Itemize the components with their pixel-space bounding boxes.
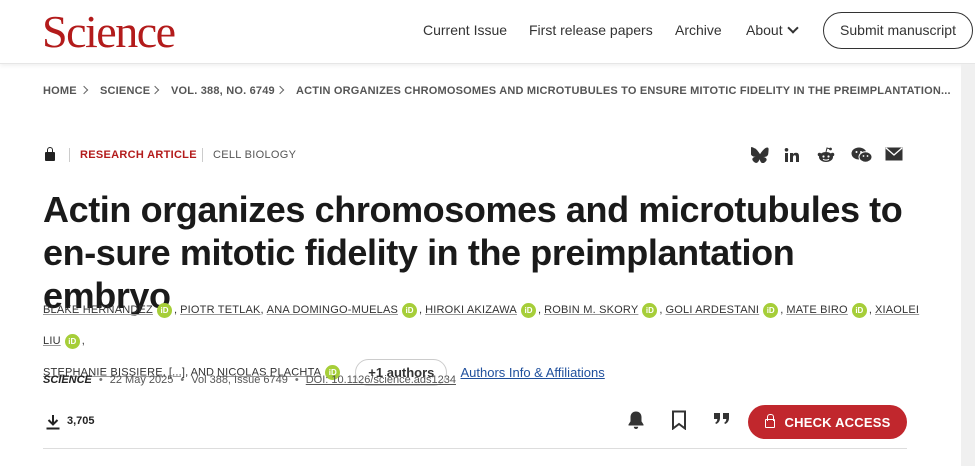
orcid-icon[interactable]: iD — [642, 302, 658, 318]
lock-icon — [45, 147, 55, 161]
orcid-icon[interactable]: iD — [64, 333, 80, 349]
orcid-icon[interactable]: iD — [156, 302, 172, 318]
orcid-icon[interactable]: iD — [763, 302, 779, 318]
orcid-icon[interactable]: iD — [520, 302, 536, 318]
breadcrumb-current: ACTIN ORGANIZES CHROMOSOMES AND MICROTUB… — [296, 85, 951, 97]
divider — [202, 148, 203, 162]
bluesky-icon[interactable] — [750, 147, 769, 165]
chevron-down-icon — [786, 22, 799, 34]
author-name[interactable]: BLAKE HERNANDEZ — [43, 304, 153, 316]
email-icon[interactable] — [885, 147, 903, 165]
quote-icon[interactable] — [711, 410, 733, 432]
doi-link[interactable]: DOI: 10.1126/science.ads1234 — [306, 374, 456, 386]
site-header: Science Current Issue First release pape… — [0, 0, 975, 64]
bookmark-icon[interactable] — [668, 410, 690, 432]
download-icon — [46, 414, 60, 430]
breadcrumb-home[interactable]: HOME — [43, 85, 77, 97]
article-type[interactable]: RESEARCH ARTICLE — [80, 149, 197, 161]
article-category[interactable]: CELL BIOLOGY — [213, 149, 296, 161]
publication-date: 22 May 2025 — [109, 374, 174, 386]
bell-icon[interactable] — [625, 410, 647, 432]
nav-about-label: About — [746, 22, 783, 38]
journal-name[interactable]: SCIENCE — [43, 374, 92, 386]
wechat-icon[interactable] — [851, 147, 873, 165]
chevron-right-icon — [79, 85, 89, 95]
linkedin-icon[interactable] — [783, 147, 801, 165]
lock-icon — [764, 413, 775, 428]
scrollbar[interactable] — [961, 64, 975, 466]
author-name[interactable]: HIROKI AKIZAWA — [425, 304, 517, 316]
check-access-button[interactable]: CHECK ACCESS — [748, 405, 907, 439]
orcid-icon[interactable]: iD — [402, 302, 418, 318]
author-name[interactable]: MATE BIRO — [786, 304, 848, 316]
nav-current-issue[interactable]: Current Issue — [423, 22, 507, 38]
orcid-icon[interactable]: iD — [851, 302, 867, 318]
nav-first-release-papers[interactable]: First release papers — [529, 22, 653, 38]
check-access-label: CHECK ACCESS — [784, 414, 891, 430]
publication-info: SCIENCE • 22 May 2025 • Vol 388, Issue 6749 •… — [43, 374, 456, 386]
nav-about[interactable]: About — [746, 22, 799, 38]
nav-archive[interactable]: Archive — [675, 22, 722, 38]
author-name[interactable]: ROBIN M. SKORY — [544, 304, 638, 316]
chevron-right-icon — [150, 85, 160, 95]
submit-manuscript-button[interactable]: Submit manuscript — [823, 12, 973, 49]
breadcrumb-science[interactable]: SCIENCE — [100, 85, 150, 97]
author-name[interactable]: GOLI ARDESTANI — [666, 304, 760, 316]
authors-affiliations-link[interactable]: Authors Info & Affiliations — [460, 365, 604, 380]
breadcrumb-volume[interactable]: VOL. 388, NO. 6749 — [171, 85, 275, 97]
download-count: 3,705 — [67, 415, 95, 427]
chevron-right-icon — [275, 85, 285, 95]
volume-issue[interactable]: Vol 388, Issue 6749 — [191, 374, 288, 386]
author-name[interactable]: PIOTR TETLAK — [180, 304, 260, 316]
reddit-icon[interactable] — [817, 147, 835, 165]
divider — [69, 148, 70, 162]
author-name[interactable]: ANA DOMINGO-MUELAS — [267, 304, 398, 316]
divider — [43, 448, 907, 449]
